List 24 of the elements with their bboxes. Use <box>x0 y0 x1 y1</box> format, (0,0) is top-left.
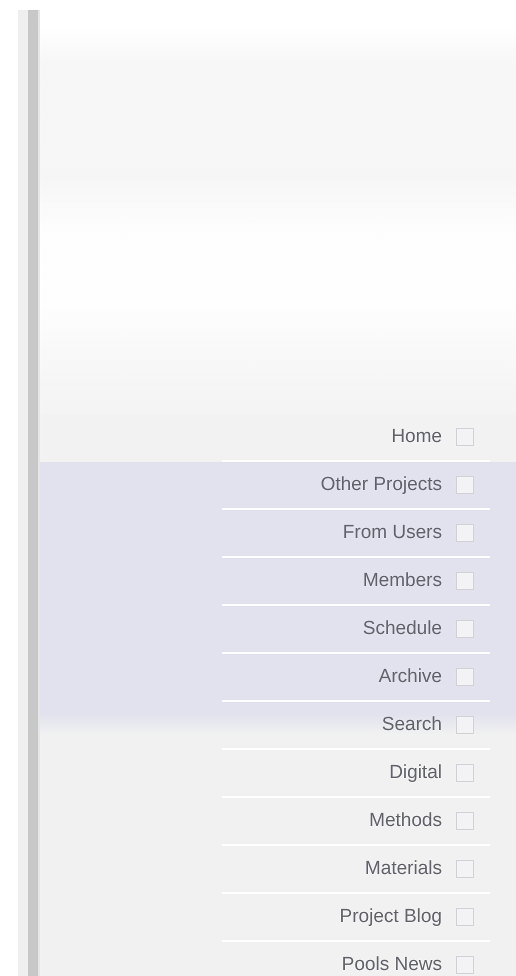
nav-link[interactable]: Home <box>391 426 442 448</box>
square-bullet-icon <box>456 764 474 782</box>
square-bullet-icon <box>456 524 474 542</box>
nav-link[interactable]: Digital <box>389 762 442 784</box>
nav-link[interactable]: Search <box>382 714 442 736</box>
square-bullet-icon <box>456 572 474 590</box>
nav-link[interactable]: Methods <box>369 810 442 832</box>
nav-link[interactable]: From Users <box>342 522 442 544</box>
square-bullet-icon <box>456 860 474 878</box>
square-bullet-icon <box>456 956 474 974</box>
nav-link[interactable]: Other Projects <box>320 474 442 496</box>
nav-link[interactable]: Members <box>362 570 442 592</box>
nav-link[interactable]: Project Blog <box>340 906 442 928</box>
square-bullet-icon <box>456 812 474 830</box>
nav-link[interactable]: Pools News <box>342 954 442 976</box>
square-bullet-icon <box>456 476 474 494</box>
square-bullet-icon <box>456 908 474 926</box>
nav-link[interactable]: Archive <box>378 666 442 688</box>
square-bullet-icon <box>456 428 474 446</box>
nav-link[interactable]: Materials <box>364 858 442 880</box>
square-bullet-icon <box>456 668 474 686</box>
square-bullet-icon <box>456 620 474 638</box>
nav-link[interactable]: Schedule <box>362 618 442 640</box>
square-bullet-icon <box>456 716 474 734</box>
